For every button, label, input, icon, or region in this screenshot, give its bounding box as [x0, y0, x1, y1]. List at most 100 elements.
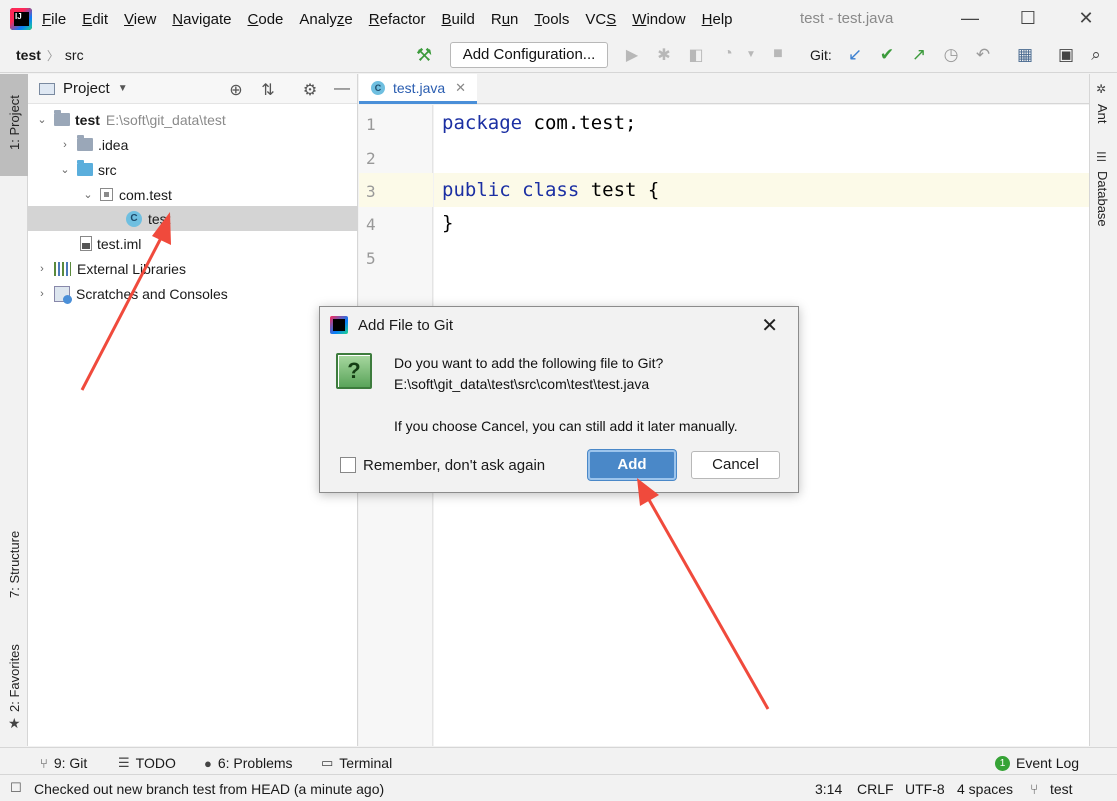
breadcrumb-separator: 〉 — [46, 48, 59, 63]
menu-run[interactable]: Run — [491, 11, 519, 28]
database-tool-tab-label[interactable]: Database — [1095, 171, 1110, 227]
code-keyword: public class — [442, 179, 580, 201]
menu-navigate[interactable]: Navigate — [172, 11, 231, 28]
code-text: test { — [579, 179, 660, 201]
gear-icon[interactable]: ⚙ — [300, 80, 320, 100]
menu-code[interactable]: Code — [248, 11, 284, 28]
chevron-down-icon[interactable]: ▼ — [118, 83, 128, 94]
locate-file-icon[interactable]: ⊕ — [226, 80, 246, 100]
debug-icon[interactable]: ✱ — [654, 45, 674, 65]
git-rollback-icon[interactable]: ↶ — [973, 45, 993, 65]
status-message[interactable]: Checked out new branch test from HEAD (a… — [34, 781, 384, 797]
todo-tool-tab[interactable]: ☰ TODO — [118, 755, 176, 771]
close-icon[interactable]: ✕ — [455, 80, 466, 96]
code-line[interactable]: } — [442, 212, 453, 234]
menu-edit[interactable]: Edit — [82, 11, 108, 28]
chevron-down-icon[interactable]: ⌄ — [36, 113, 48, 126]
tree-item-src[interactable]: ⌄ src — [28, 157, 358, 182]
chevron-down-icon[interactable]: ⌄ — [59, 163, 71, 176]
terminal-tool-tab-label: Terminal — [339, 755, 393, 771]
git-push-icon[interactable]: ↗ — [909, 45, 929, 65]
menu-file[interactable]: File — [42, 11, 66, 28]
menu-window[interactable]: Window — [632, 11, 685, 28]
search-everywhere-icon[interactable]: ⌕ — [1086, 45, 1106, 65]
menu-help[interactable]: Help — [702, 11, 733, 28]
hide-panel-icon[interactable]: — — [332, 80, 352, 98]
menu-refactor[interactable]: Refactor — [369, 11, 426, 28]
caret-position[interactable]: 3:14 — [815, 781, 842, 797]
event-log-tool-tab[interactable]: 1 Event Log — [995, 755, 1079, 771]
chevron-right-icon[interactable]: › — [59, 139, 71, 151]
tree-item-label: test — [75, 111, 100, 128]
tree-item-test-iml[interactable]: test.iml — [28, 231, 358, 256]
tree-item-scratches[interactable]: › Scratches and Consoles — [28, 281, 358, 306]
chevron-right-icon[interactable]: › — [36, 288, 48, 300]
editor-tab-label[interactable]: test.java — [393, 80, 445, 96]
menu-analyze[interactable]: Analyze — [299, 11, 352, 28]
git-commit-icon[interactable]: ✔ — [877, 45, 897, 65]
remember-checkbox[interactable] — [340, 457, 356, 473]
git-branch-widget[interactable]: test — [1050, 781, 1073, 797]
module-file-icon — [80, 236, 92, 251]
collapse-all-icon[interactable]: ⇅ — [258, 80, 278, 100]
tree-item-label: Scratches and Consoles — [76, 285, 228, 302]
status-toggle-icon[interactable]: ☐ — [10, 780, 22, 796]
git-history-icon[interactable]: ◷ — [941, 45, 961, 65]
profile-icon[interactable]: ◔ — [718, 45, 738, 63]
close-icon[interactable]: ✕ — [761, 313, 778, 338]
tree-item-test-class[interactable]: C test — [28, 206, 358, 231]
coverage-icon[interactable]: ◧ — [686, 45, 706, 65]
tree-item-test-project[interactable]: ⌄ test E:\soft\git_data\test — [28, 107, 358, 132]
git-tool-tab[interactable]: ⑂ 9: Git — [40, 755, 87, 771]
minimize-button[interactable]: — — [960, 8, 980, 28]
menu-tools[interactable]: Tools — [534, 11, 569, 28]
project-tool-tab-label[interactable]: 1: Project — [7, 95, 22, 150]
menu-view[interactable]: View — [124, 11, 156, 28]
add-button[interactable]: Add — [588, 450, 676, 480]
window-title: test - test.java — [800, 10, 894, 27]
tree-item-idea[interactable]: › .idea — [28, 132, 358, 157]
remember-checkbox-label[interactable]: Remember, don't ask again — [363, 457, 545, 474]
project-structure-icon[interactable]: ▦ — [1015, 45, 1035, 65]
close-window-button[interactable]: ✕ — [1076, 8, 1096, 28]
scratches-icon — [54, 285, 72, 304]
code-line[interactable]: public class test { — [442, 179, 659, 201]
project-folder-icon — [54, 110, 70, 126]
menu-build[interactable]: Build — [441, 11, 474, 28]
add-file-to-git-dialog: Add File to Git ✕ ? Do you want to add t… — [319, 306, 799, 493]
stop-icon[interactable]: ■ — [768, 45, 788, 63]
maximize-button[interactable]: ☐ — [1018, 8, 1038, 28]
file-encoding[interactable]: UTF-8 — [905, 781, 945, 797]
tree-item-label: test — [148, 210, 171, 227]
editor-tab-test-java[interactable]: C test.java ✕ — [359, 74, 477, 104]
build-hammer-icon[interactable]: ⚒ — [416, 45, 432, 66]
chevron-right-icon[interactable]: › — [36, 263, 48, 275]
tree-item-external-libraries[interactable]: › External Libraries — [28, 256, 358, 281]
git-update-icon[interactable]: ↙ — [845, 45, 865, 65]
line-separator[interactable]: CRLF — [857, 781, 894, 797]
line-number: 3 — [366, 182, 376, 201]
cancel-button[interactable]: Cancel — [691, 451, 780, 479]
chevron-down-icon[interactable]: ⌄ — [82, 188, 94, 201]
source-folder-icon — [77, 160, 93, 176]
breadcrumb-project[interactable]: test — [16, 47, 41, 63]
java-class-icon: C — [126, 210, 142, 227]
breadcrumb-folder[interactable]: src — [65, 47, 84, 63]
menu-vcs[interactable]: VCS — [585, 11, 616, 28]
terminal-tool-tab[interactable]: ▭ Terminal — [321, 755, 392, 771]
favorites-tool-tab-label[interactable]: 2: Favorites — [7, 644, 22, 712]
project-panel-title[interactable]: Project — [63, 80, 110, 97]
indent-setting[interactable]: 4 spaces — [957, 781, 1013, 797]
star-icon: ★ — [8, 715, 21, 731]
add-configuration-button[interactable]: Add Configuration... — [450, 42, 608, 68]
code-line[interactable]: package com.test; — [442, 112, 636, 134]
tree-item-com-test[interactable]: ⌄ com.test — [28, 182, 358, 207]
presentation-icon[interactable]: ▣ — [1056, 45, 1076, 65]
problems-tool-tab[interactable]: ● 6: Problems — [204, 755, 293, 771]
ant-tool-tab-label[interactable]: Ant — [1095, 104, 1110, 124]
run-dropdown-icon[interactable]: ▼ — [741, 49, 761, 60]
run-icon[interactable]: ▶ — [622, 45, 642, 65]
structure-tool-tab-label[interactable]: 7: Structure — [7, 531, 22, 598]
folder-icon — [77, 135, 93, 151]
line-number: 5 — [366, 249, 376, 268]
